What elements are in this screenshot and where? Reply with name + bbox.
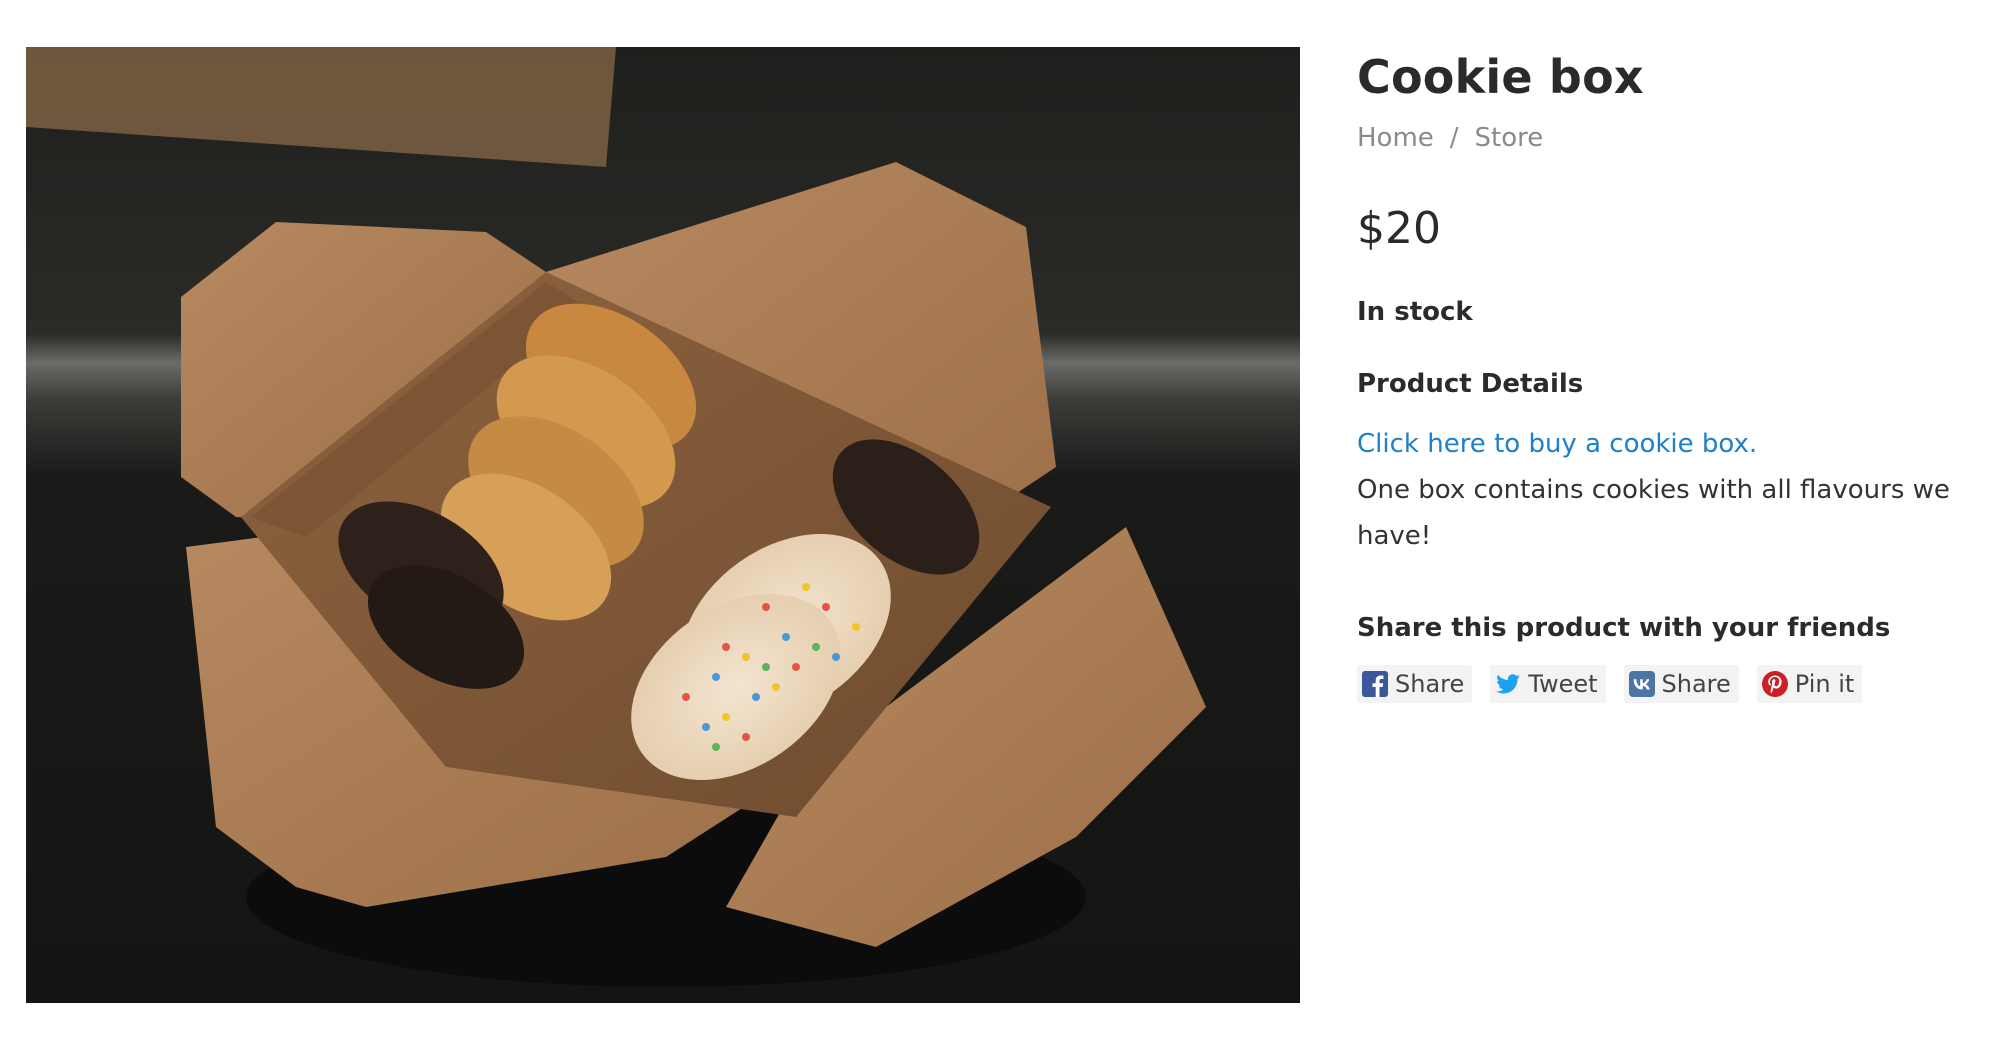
product-details-heading: Product Details — [1357, 369, 1584, 399]
product-title: Cookie box — [1357, 50, 1644, 104]
product-page: Cookie box Home / Store $20 In stock Pro… — [0, 0, 1999, 1042]
vk-share-button[interactable]: Share — [1623, 665, 1739, 703]
product-description: One box contains cookies with all flavou… — [1357, 475, 1950, 551]
facebook-icon — [1362, 671, 1388, 697]
product-info: Cookie box Home / Store $20 In stock Pro… — [1357, 46, 1957, 703]
product-price: $20 — [1357, 203, 1441, 254]
twitter-tweet-button[interactable]: Tweet — [1490, 665, 1606, 703]
pinterest-pin-label: Pin it — [1794, 670, 1855, 698]
twitter-tweet-label: Tweet — [1528, 670, 1598, 698]
cookie-box-photo — [26, 47, 1300, 1003]
vk-icon — [1628, 671, 1655, 697]
twitter-icon — [1496, 674, 1521, 694]
product-image — [26, 47, 1300, 1003]
pinterest-pin-button[interactable]: Pin it — [1756, 665, 1863, 703]
facebook-share-label: Share — [1395, 670, 1465, 698]
pinterest-icon — [1761, 671, 1788, 697]
share-heading: Share this product with your friends — [1357, 613, 1891, 643]
breadcrumb-separator: / — [1449, 123, 1459, 153]
breadcrumb: Home / Store — [1357, 120, 1957, 156]
buy-cookie-box-link[interactable]: Click here to buy a cookie box. — [1357, 421, 1957, 467]
vk-share-label: Share — [1661, 670, 1731, 698]
share-buttons: Share Tweet Share Pin it — [1357, 665, 1957, 703]
breadcrumb-store-link[interactable]: Store — [1475, 120, 1544, 156]
facebook-share-button[interactable]: Share — [1357, 665, 1473, 703]
breadcrumb-home-link[interactable]: Home — [1357, 120, 1434, 156]
stock-status: In stock — [1357, 297, 1473, 327]
